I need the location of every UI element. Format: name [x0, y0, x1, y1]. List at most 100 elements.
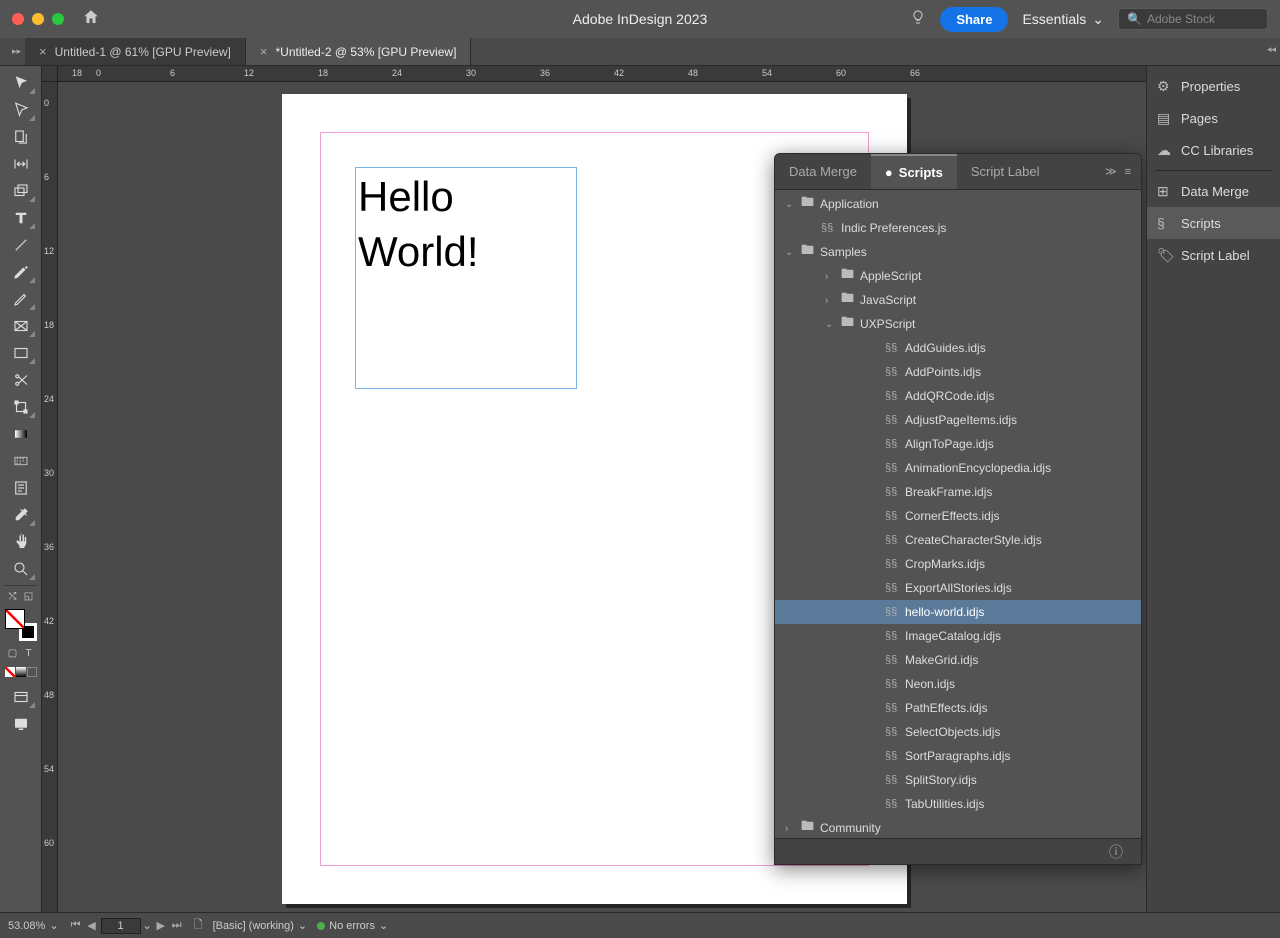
gradient-swatch-tool[interactable] [5, 421, 37, 447]
zoom-level[interactable]: 53.08% ⌄ [8, 919, 59, 932]
default-fill-stroke-icon[interactable]: ◱ [21, 589, 36, 604]
script-row[interactable]: §§AddQRCode.idjs [775, 384, 1141, 408]
gap-tool[interactable] [5, 151, 37, 177]
collapse-right-icon[interactable]: ◂◂ [1267, 44, 1276, 55]
formatting-container-icon[interactable]: ▢ [5, 646, 20, 661]
chevron-icon[interactable]: › [785, 823, 795, 834]
last-page-button[interactable]: ⏭ [170, 919, 184, 932]
apply-color-icon[interactable] [5, 664, 15, 679]
dock-item-pages[interactable]: ▤Pages [1147, 102, 1280, 134]
script-row[interactable]: §§CropMarks.idjs [775, 552, 1141, 576]
dock-item-properties[interactable]: ⚙Properties [1147, 70, 1280, 102]
folder-row[interactable]: ›🖿Community [775, 816, 1141, 838]
script-row[interactable]: §§PathEffects.idjs [775, 696, 1141, 720]
apply-gradient-icon[interactable] [16, 664, 26, 679]
share-button[interactable]: Share [940, 7, 1008, 32]
formatting-text-icon[interactable]: T [21, 646, 36, 661]
chevron-icon[interactable]: ⌄ [825, 319, 835, 330]
folder-row[interactable]: ⌄🖿Application [775, 192, 1141, 216]
screen-mode-toggle[interactable] [5, 711, 37, 737]
gradient-feather-tool[interactable] [5, 448, 37, 474]
script-row[interactable]: §§Indic Preferences.js [775, 216, 1141, 240]
document-tab[interactable]: ×Untitled-1 @ 61% [GPU Preview] [25, 38, 246, 65]
pencil-tool[interactable] [5, 286, 37, 312]
document-viewport[interactable]: 180612182430364248546066 061218243036424… [42, 66, 1146, 912]
selection-tool[interactable] [5, 70, 37, 96]
panel-menu-icon[interactable]: ≡ [1125, 166, 1131, 178]
chevron-icon[interactable]: › [825, 295, 835, 306]
folder-row[interactable]: ⌄🖿UXPScript [775, 312, 1141, 336]
next-page-button[interactable]: ▶ [154, 919, 168, 932]
tab-data-merge[interactable]: Data Merge [775, 154, 871, 189]
script-row[interactable]: §§MakeGrid.idjs [775, 648, 1141, 672]
collapse-panel-icon[interactable]: ≫ [1105, 165, 1117, 178]
script-row[interactable]: §§TabUtilities.idjs [775, 792, 1141, 816]
direct-selection-tool[interactable] [5, 97, 37, 123]
text-frame[interactable]: Hello World! [355, 167, 577, 389]
collapse-left-icon[interactable]: ▸▸ [8, 38, 25, 65]
paragraph-style-status[interactable]: [Basic] (working) ⌄ [213, 919, 308, 932]
chevron-icon[interactable]: ⌄ [785, 199, 795, 210]
workspace-dropdown[interactable]: Essentials ⌄ [1022, 11, 1104, 28]
tab-scripts[interactable]: ●Scripts [871, 154, 957, 189]
close-window-button[interactable] [12, 13, 24, 25]
chevron-icon[interactable]: › [825, 271, 835, 282]
script-row[interactable]: §§ImageCatalog.idjs [775, 624, 1141, 648]
script-row[interactable]: §§AnimationEncyclopedia.idjs [775, 456, 1141, 480]
first-page-button[interactable]: ⏮ [69, 919, 83, 932]
document-tab[interactable]: ×*Untitled-2 @ 53% [GPU Preview] [246, 38, 472, 65]
rectangle-tool[interactable] [5, 340, 37, 366]
page-input[interactable] [101, 918, 141, 934]
script-row[interactable]: §§CornerEffects.idjs [775, 504, 1141, 528]
script-row[interactable]: §§SelectObjects.idjs [775, 720, 1141, 744]
dock-item-cc-libraries[interactable]: ☁CC Libraries [1147, 134, 1280, 166]
ruler-origin[interactable] [42, 66, 58, 82]
folder-row[interactable]: ›🖿JavaScript [775, 288, 1141, 312]
folder-row[interactable]: ›🖿AppleScript [775, 264, 1141, 288]
home-button[interactable] [82, 8, 100, 31]
pen-tool[interactable] [5, 259, 37, 285]
maximize-window-button[interactable] [52, 13, 64, 25]
script-row[interactable]: §§BreakFrame.idjs [775, 480, 1141, 504]
hand-tool[interactable] [5, 529, 37, 555]
page-tool[interactable] [5, 124, 37, 150]
eyedropper-tool[interactable] [5, 502, 37, 528]
swap-fill-stroke-icon[interactable]: ⤭ [5, 589, 20, 604]
script-row[interactable]: §§AddPoints.idjs [775, 360, 1141, 384]
horizontal-ruler[interactable]: 180612182430364248546066 [58, 66, 1146, 82]
script-row[interactable]: §§AlignToPage.idjs [775, 432, 1141, 456]
tab-script-label[interactable]: Script Label [957, 154, 1054, 189]
preflight-status[interactable]: No errors ⌄ [317, 919, 388, 932]
script-row[interactable]: §§CreateCharacterStyle.idjs [775, 528, 1141, 552]
dock-item-data-merge[interactable]: ⊞Data Merge [1147, 175, 1280, 207]
dock-item-script-label[interactable]: 🏷Script Label [1147, 239, 1280, 271]
script-row[interactable]: §§Neon.idjs [775, 672, 1141, 696]
script-row[interactable]: §§AdjustPageItems.idjs [775, 408, 1141, 432]
info-icon[interactable]: ⓘ [1109, 842, 1123, 862]
scissors-tool[interactable] [5, 367, 37, 393]
zoom-tool[interactable] [5, 556, 37, 582]
hints-icon[interactable] [910, 9, 926, 30]
chevron-down-icon[interactable]: ⌄ [143, 919, 152, 932]
free-transform-tool[interactable] [5, 394, 37, 420]
dock-item-scripts[interactable]: §Scripts [1147, 207, 1280, 239]
script-row[interactable]: §§SortParagraphs.idjs [775, 744, 1141, 768]
fill-stroke-proxy[interactable] [5, 609, 37, 641]
folder-row[interactable]: ⌄🖿Samples [775, 240, 1141, 264]
note-tool[interactable] [5, 475, 37, 501]
view-mode-toggle[interactable] [5, 684, 37, 710]
script-row[interactable]: §§AddGuides.idjs [775, 336, 1141, 360]
type-tool[interactable] [5, 205, 37, 231]
script-row[interactable]: §§hello-world.idjs [775, 600, 1141, 624]
chevron-icon[interactable]: ⌄ [785, 247, 795, 258]
minimize-window-button[interactable] [32, 13, 44, 25]
content-collector-tool[interactable] [5, 178, 37, 204]
script-row[interactable]: §§ExportAllStories.idjs [775, 576, 1141, 600]
open-file-icon[interactable]: 🗋 [194, 916, 203, 935]
line-tool[interactable] [5, 232, 37, 258]
script-row[interactable]: §§SplitStory.idjs [775, 768, 1141, 792]
close-tab-icon[interactable]: × [39, 44, 47, 59]
adobe-stock-search[interactable]: 🔍 Adobe Stock [1118, 8, 1268, 30]
rectangle-frame-tool[interactable] [5, 313, 37, 339]
close-tab-icon[interactable]: × [260, 44, 268, 59]
